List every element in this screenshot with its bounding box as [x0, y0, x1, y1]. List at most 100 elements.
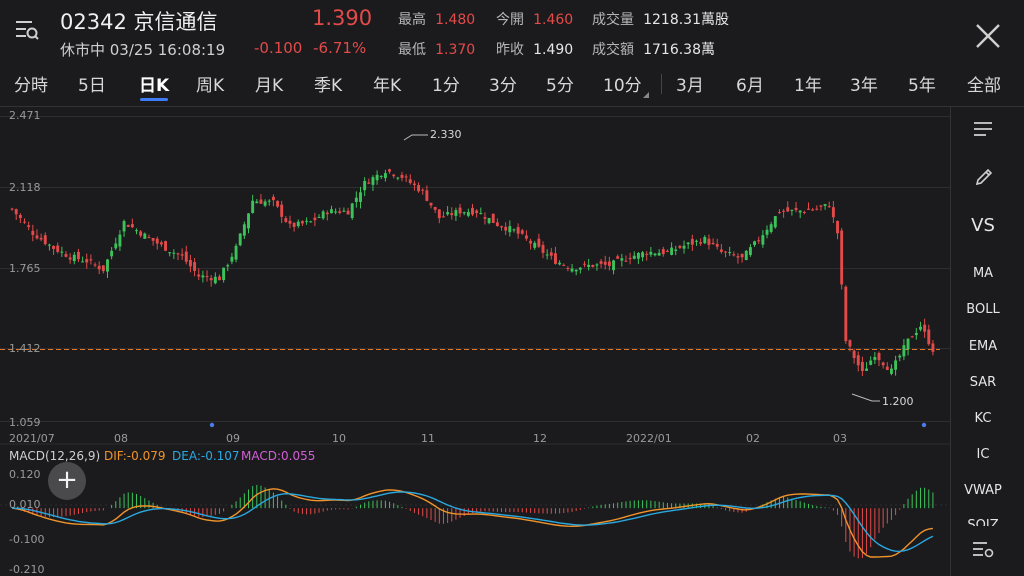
tab-monthly-k[interactable]: 月K — [255, 71, 283, 96]
tab-1year[interactable]: 1年 — [794, 71, 822, 96]
tab-3year[interactable]: 3年 — [850, 71, 878, 96]
low-leader — [851, 393, 880, 402]
candle-body — [798, 210, 802, 213]
indicator-ema[interactable]: EMA — [952, 339, 1014, 354]
event-marker-dot — [209, 422, 215, 428]
stat-label: 昨收 — [496, 42, 524, 58]
candle-body — [856, 355, 860, 366]
candle-body — [624, 260, 628, 262]
candle-body — [317, 216, 321, 218]
indicator-kc[interactable]: KC — [952, 411, 1014, 426]
candle-body — [242, 224, 246, 236]
tab-all[interactable]: 全部 — [967, 71, 1001, 96]
event-marker-dot — [921, 422, 927, 428]
candle-body — [60, 251, 64, 253]
candle-body — [193, 262, 197, 271]
tab-1min[interactable]: 1分 — [432, 71, 460, 96]
candle-body — [462, 212, 466, 214]
candle-body — [537, 238, 541, 247]
close-icon[interactable] — [974, 22, 1002, 50]
tab-3min[interactable]: 3分 — [489, 71, 517, 96]
candle-body — [23, 221, 26, 223]
indicator-sqjz: SQJZ — [967, 518, 999, 526]
add-indicator-button[interactable]: + — [48, 462, 86, 500]
candle-body — [570, 268, 574, 272]
candle-body — [869, 360, 873, 365]
macd-value-label: MACD:0.055 — [241, 449, 316, 463]
indicator-settings-icon[interactable] — [971, 540, 995, 560]
tab-quarterly-k[interactable]: 季K — [314, 71, 342, 96]
tab-weekly-k[interactable]: 周K — [196, 71, 224, 96]
candle-body — [541, 244, 545, 253]
candle-body — [106, 259, 109, 272]
candle-body — [873, 357, 877, 360]
tab-10min[interactable]: 10分 — [603, 71, 642, 96]
candle-body — [313, 217, 317, 221]
tab-5min[interactable]: 5分 — [546, 71, 574, 96]
tab-intraday[interactable]: 分時 — [14, 71, 48, 96]
candle-body — [234, 245, 238, 260]
candle-body — [334, 211, 338, 213]
tab-5day[interactable]: 5日 — [78, 71, 106, 96]
candle-body — [238, 233, 242, 246]
layout-list-icon[interactable] — [972, 120, 994, 138]
chart-canvas[interactable] — [0, 107, 950, 576]
candle-body — [894, 360, 898, 370]
stat-value: 1716.38萬 — [643, 42, 715, 58]
indicator-ma[interactable]: MA — [952, 266, 1014, 281]
tab-3month[interactable]: 3月 — [676, 71, 704, 96]
tab-6month[interactable]: 6月 — [736, 71, 764, 96]
candle-body — [118, 234, 122, 247]
tab-5year[interactable]: 5年 — [908, 71, 936, 96]
y-tick-label: 1.765 — [9, 262, 41, 275]
stat-prev-close: 昨收 1.490 — [496, 39, 573, 59]
tab-yearly-k[interactable]: 年K — [373, 71, 401, 96]
candle-body — [47, 244, 51, 246]
stock-name: 京信通信 — [133, 10, 218, 34]
candle-body — [27, 225, 31, 227]
stock-detail-screen: 02342 京信通信 1.390 休市中 03/25 16:08:19 -0.1… — [0, 0, 1024, 576]
candle-body — [218, 276, 221, 281]
stock-code: 02342 — [60, 10, 127, 34]
candle-body — [732, 254, 736, 256]
candle-body — [255, 201, 259, 204]
candle-body — [549, 252, 553, 256]
stat-value: 1.480 — [435, 12, 476, 28]
indicator-sar[interactable]: SAR — [952, 375, 1014, 390]
candle-body — [139, 231, 143, 236]
candle-body — [437, 209, 441, 219]
indicator-vwap[interactable]: VWAP — [952, 483, 1014, 498]
stat-value: 1.490 — [533, 42, 574, 58]
candle-body — [412, 183, 416, 186]
candle-body — [495, 222, 499, 226]
x-tick-label: 2022/01 — [626, 432, 672, 445]
candle-body — [388, 169, 391, 172]
macd-histogram — [15, 484, 934, 559]
candle-body — [188, 259, 192, 267]
candle-body — [512, 229, 516, 231]
indicator-ic[interactable]: IC — [952, 447, 1014, 462]
candle-body — [865, 368, 869, 371]
candle-body — [10, 208, 14, 210]
candle-body — [350, 203, 354, 218]
candle-body — [446, 212, 450, 215]
tab-daily-k[interactable]: 日K — [139, 71, 169, 96]
candle-body — [56, 245, 60, 252]
candle-body — [159, 242, 163, 245]
candle-body — [852, 350, 856, 359]
candle-body — [296, 221, 300, 227]
stat-value: 1218.31萬股 — [643, 12, 729, 28]
compare-vs-button[interactable]: VS — [952, 215, 1014, 236]
candle-body — [267, 200, 271, 202]
menu-search-icon[interactable] — [14, 18, 40, 42]
draw-pencil-icon[interactable] — [973, 166, 995, 188]
candle-body — [292, 222, 296, 227]
candle-body — [529, 240, 533, 244]
indicator-boll[interactable]: BOLL — [952, 302, 1014, 317]
candle-body — [18, 214, 22, 219]
candle-body — [724, 251, 727, 253]
candle-body — [321, 211, 325, 219]
indicator-sqjz-clipped[interactable]: SQJZ — [952, 516, 1014, 526]
candle-body — [919, 326, 922, 330]
candle-body — [76, 251, 80, 260]
